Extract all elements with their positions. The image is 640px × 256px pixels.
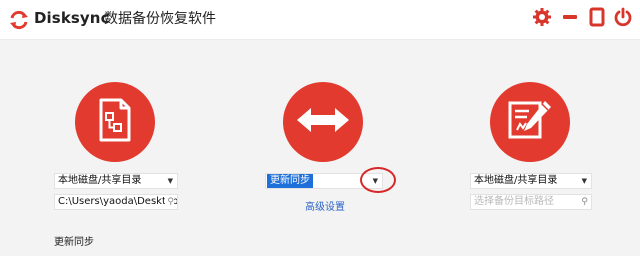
target-button[interactable] [490, 82, 570, 162]
gear-icon [532, 7, 552, 31]
sync-mode-button[interactable] [283, 82, 363, 162]
advanced-settings-link[interactable]: 高级设置 [305, 198, 345, 213]
chevron-down-icon: ▼ [581, 177, 587, 185]
double-arrow-icon [297, 106, 349, 138]
search-icon[interactable]: ⚲ [579, 195, 588, 209]
minimize-button[interactable] [558, 7, 582, 31]
power-icon [613, 7, 633, 31]
search-icon[interactable]: ⚲ [165, 195, 174, 209]
title-bar: Disksync 数据备份恢复软件 [0, 0, 640, 40]
target-path-field[interactable]: 选择备份目标路径 ⚲ [470, 194, 592, 210]
source-path-value: C:\Users\yaoda\Desktop [58, 196, 178, 207]
app-name: Disksync [34, 9, 110, 27]
app-subtitle: 数据备份恢复软件 [104, 11, 216, 27]
target-type-select[interactable]: 本地磁盘/共享目录 ▼ [470, 173, 592, 189]
maximize-icon [589, 7, 605, 31]
sync-logo-icon [8, 9, 30, 31]
minimize-icon [562, 9, 578, 29]
settings-button[interactable] [530, 7, 554, 31]
source-type-value: 本地磁盘/共享目录 [58, 175, 142, 186]
status-text: 更新同步 [54, 237, 94, 248]
document-diagram-icon [95, 97, 135, 147]
chevron-down-icon: ▼ [167, 177, 173, 185]
highlight-circle [360, 167, 396, 193]
target-type-value: 本地磁盘/共享目录 [474, 175, 558, 186]
source-button[interactable] [75, 82, 155, 162]
source-type-select[interactable]: 本地磁盘/共享目录 ▼ [54, 173, 178, 189]
edit-document-icon [507, 98, 553, 146]
sync-mode-value: 更新同步 [267, 174, 313, 188]
power-button[interactable] [611, 7, 635, 31]
source-path-field[interactable]: C:\Users\yaoda\Desktop ⚲ [54, 194, 178, 210]
target-path-placeholder: 选择备份目标路径 [474, 196, 554, 207]
maximize-button[interactable] [585, 7, 609, 31]
